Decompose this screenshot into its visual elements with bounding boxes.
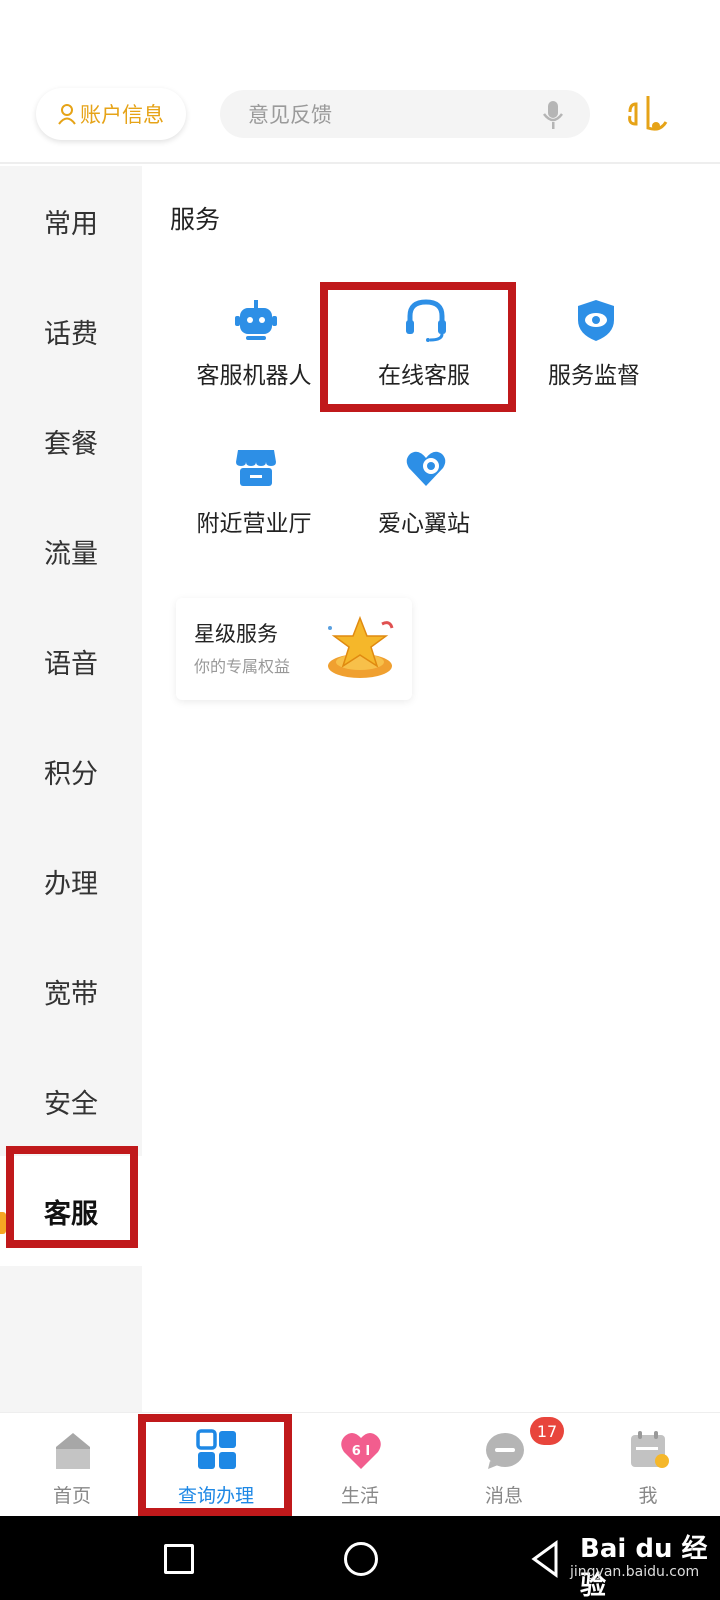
watermark-url: jingyan.baidu.com — [570, 1564, 700, 1580]
service-robot[interactable]: 客服机器人 — [168, 298, 340, 418]
star-card-title: 星级服务 — [194, 622, 278, 646]
service-label: 服务监督 — [548, 363, 640, 389]
message-icon — [486, 1433, 524, 1469]
account-info-button[interactable]: 账户信息 — [36, 88, 186, 140]
sidebar-item-label: 话费 — [44, 318, 98, 350]
sidebar-item-points[interactable]: 积分 — [0, 716, 142, 826]
highlight-box-online-support — [320, 282, 516, 412]
sidebar-item-common[interactable]: 常用 — [0, 166, 142, 276]
baidu-watermark: Bai du 经验 jingyan.baidu.com — [560, 1528, 720, 1600]
system-nav-bar: Bai du 经验 jingyan.baidu.com — [0, 1516, 720, 1600]
section-title: 服务 — [170, 205, 221, 234]
sidebar-item-label: 流量 — [44, 538, 98, 570]
home-button[interactable] — [344, 1542, 378, 1576]
sidebar-item-phone-bill[interactable]: 话费 — [0, 276, 142, 386]
highlight-box-sidebar — [6, 1146, 138, 1248]
tab-me[interactable]: 我 — [576, 1413, 720, 1517]
svg-text:6 I: 6 I — [352, 1444, 370, 1459]
service-supervision[interactable]: 服务监督 — [508, 298, 680, 418]
store-icon — [236, 450, 276, 486]
service-label: 客服机器人 — [196, 363, 312, 389]
sidebar-item-label: 语音 — [44, 648, 98, 680]
music-icon[interactable] — [626, 94, 676, 134]
tab-messages[interactable]: 17 消息 — [432, 1413, 576, 1517]
heart-61-icon: 6 I — [341, 1432, 381, 1469]
sidebar-item-handle[interactable]: 办理 — [0, 826, 142, 936]
top-header: 账户信息 意见反馈 — [0, 88, 720, 164]
microphone-icon[interactable] — [542, 100, 564, 130]
sidebar-item-label: 常用 — [44, 208, 98, 240]
tab-label: 生活 — [340, 1485, 379, 1507]
account-info-label: 账户信息 — [80, 103, 164, 127]
search-input[interactable]: 意见反馈 — [220, 90, 590, 138]
status-area — [0, 0, 720, 96]
service-label: 爱心翼站 — [378, 511, 470, 537]
sign-in-icon — [631, 1431, 669, 1468]
service-nearby-store[interactable]: 附近营业厅 — [168, 446, 340, 566]
tab-life[interactable]: 6 I 生活 — [288, 1413, 432, 1517]
robot-icon — [235, 300, 277, 340]
tab-label: 首页 — [52, 1485, 91, 1507]
sidebar-item-label: 宽带 — [44, 978, 98, 1010]
shield-eye-icon — [578, 300, 614, 341]
tab-label: 消息 — [484, 1485, 523, 1507]
star-card-subtitle: 你的专属权益 — [194, 657, 291, 676]
sidebar-item-package[interactable]: 套餐 — [0, 386, 142, 496]
sidebar-item-data[interactable]: 流量 — [0, 496, 142, 606]
search-placeholder: 意见反馈 — [248, 103, 332, 127]
sidebar-item-broadband[interactable]: 宽带 — [0, 936, 142, 1046]
star-service-card[interactable]: 星级服务 你的专属权益 — [176, 598, 412, 700]
home-icon — [56, 1433, 90, 1469]
sidebar-item-label: 积分 — [44, 758, 98, 790]
sidebar-item-label: 套餐 — [44, 428, 98, 460]
service-label: 附近营业厅 — [196, 511, 312, 537]
heart-location-icon — [406, 451, 446, 486]
person-icon — [58, 104, 76, 125]
star-trophy-icon — [328, 615, 394, 678]
sidebar-item-security[interactable]: 安全 — [0, 1046, 142, 1156]
tab-home[interactable]: 首页 — [0, 1413, 144, 1517]
back-button[interactable] — [530, 1540, 560, 1578]
recent-apps-button[interactable] — [164, 1544, 194, 1574]
sidebar-item-label: 办理 — [44, 868, 98, 900]
tab-label: 我 — [638, 1485, 658, 1507]
message-count-badge: 17 — [530, 1417, 564, 1445]
sidebar-item-voice[interactable]: 语音 — [0, 606, 142, 716]
service-love-station[interactable]: 爱心翼站 — [338, 446, 510, 566]
sidebar-item-label: 安全 — [44, 1088, 98, 1120]
bottom-tab-bar: 首页 查询办理 6 I 生活 17 消息 我 — [0, 1412, 720, 1516]
highlight-box-tab — [138, 1414, 292, 1516]
